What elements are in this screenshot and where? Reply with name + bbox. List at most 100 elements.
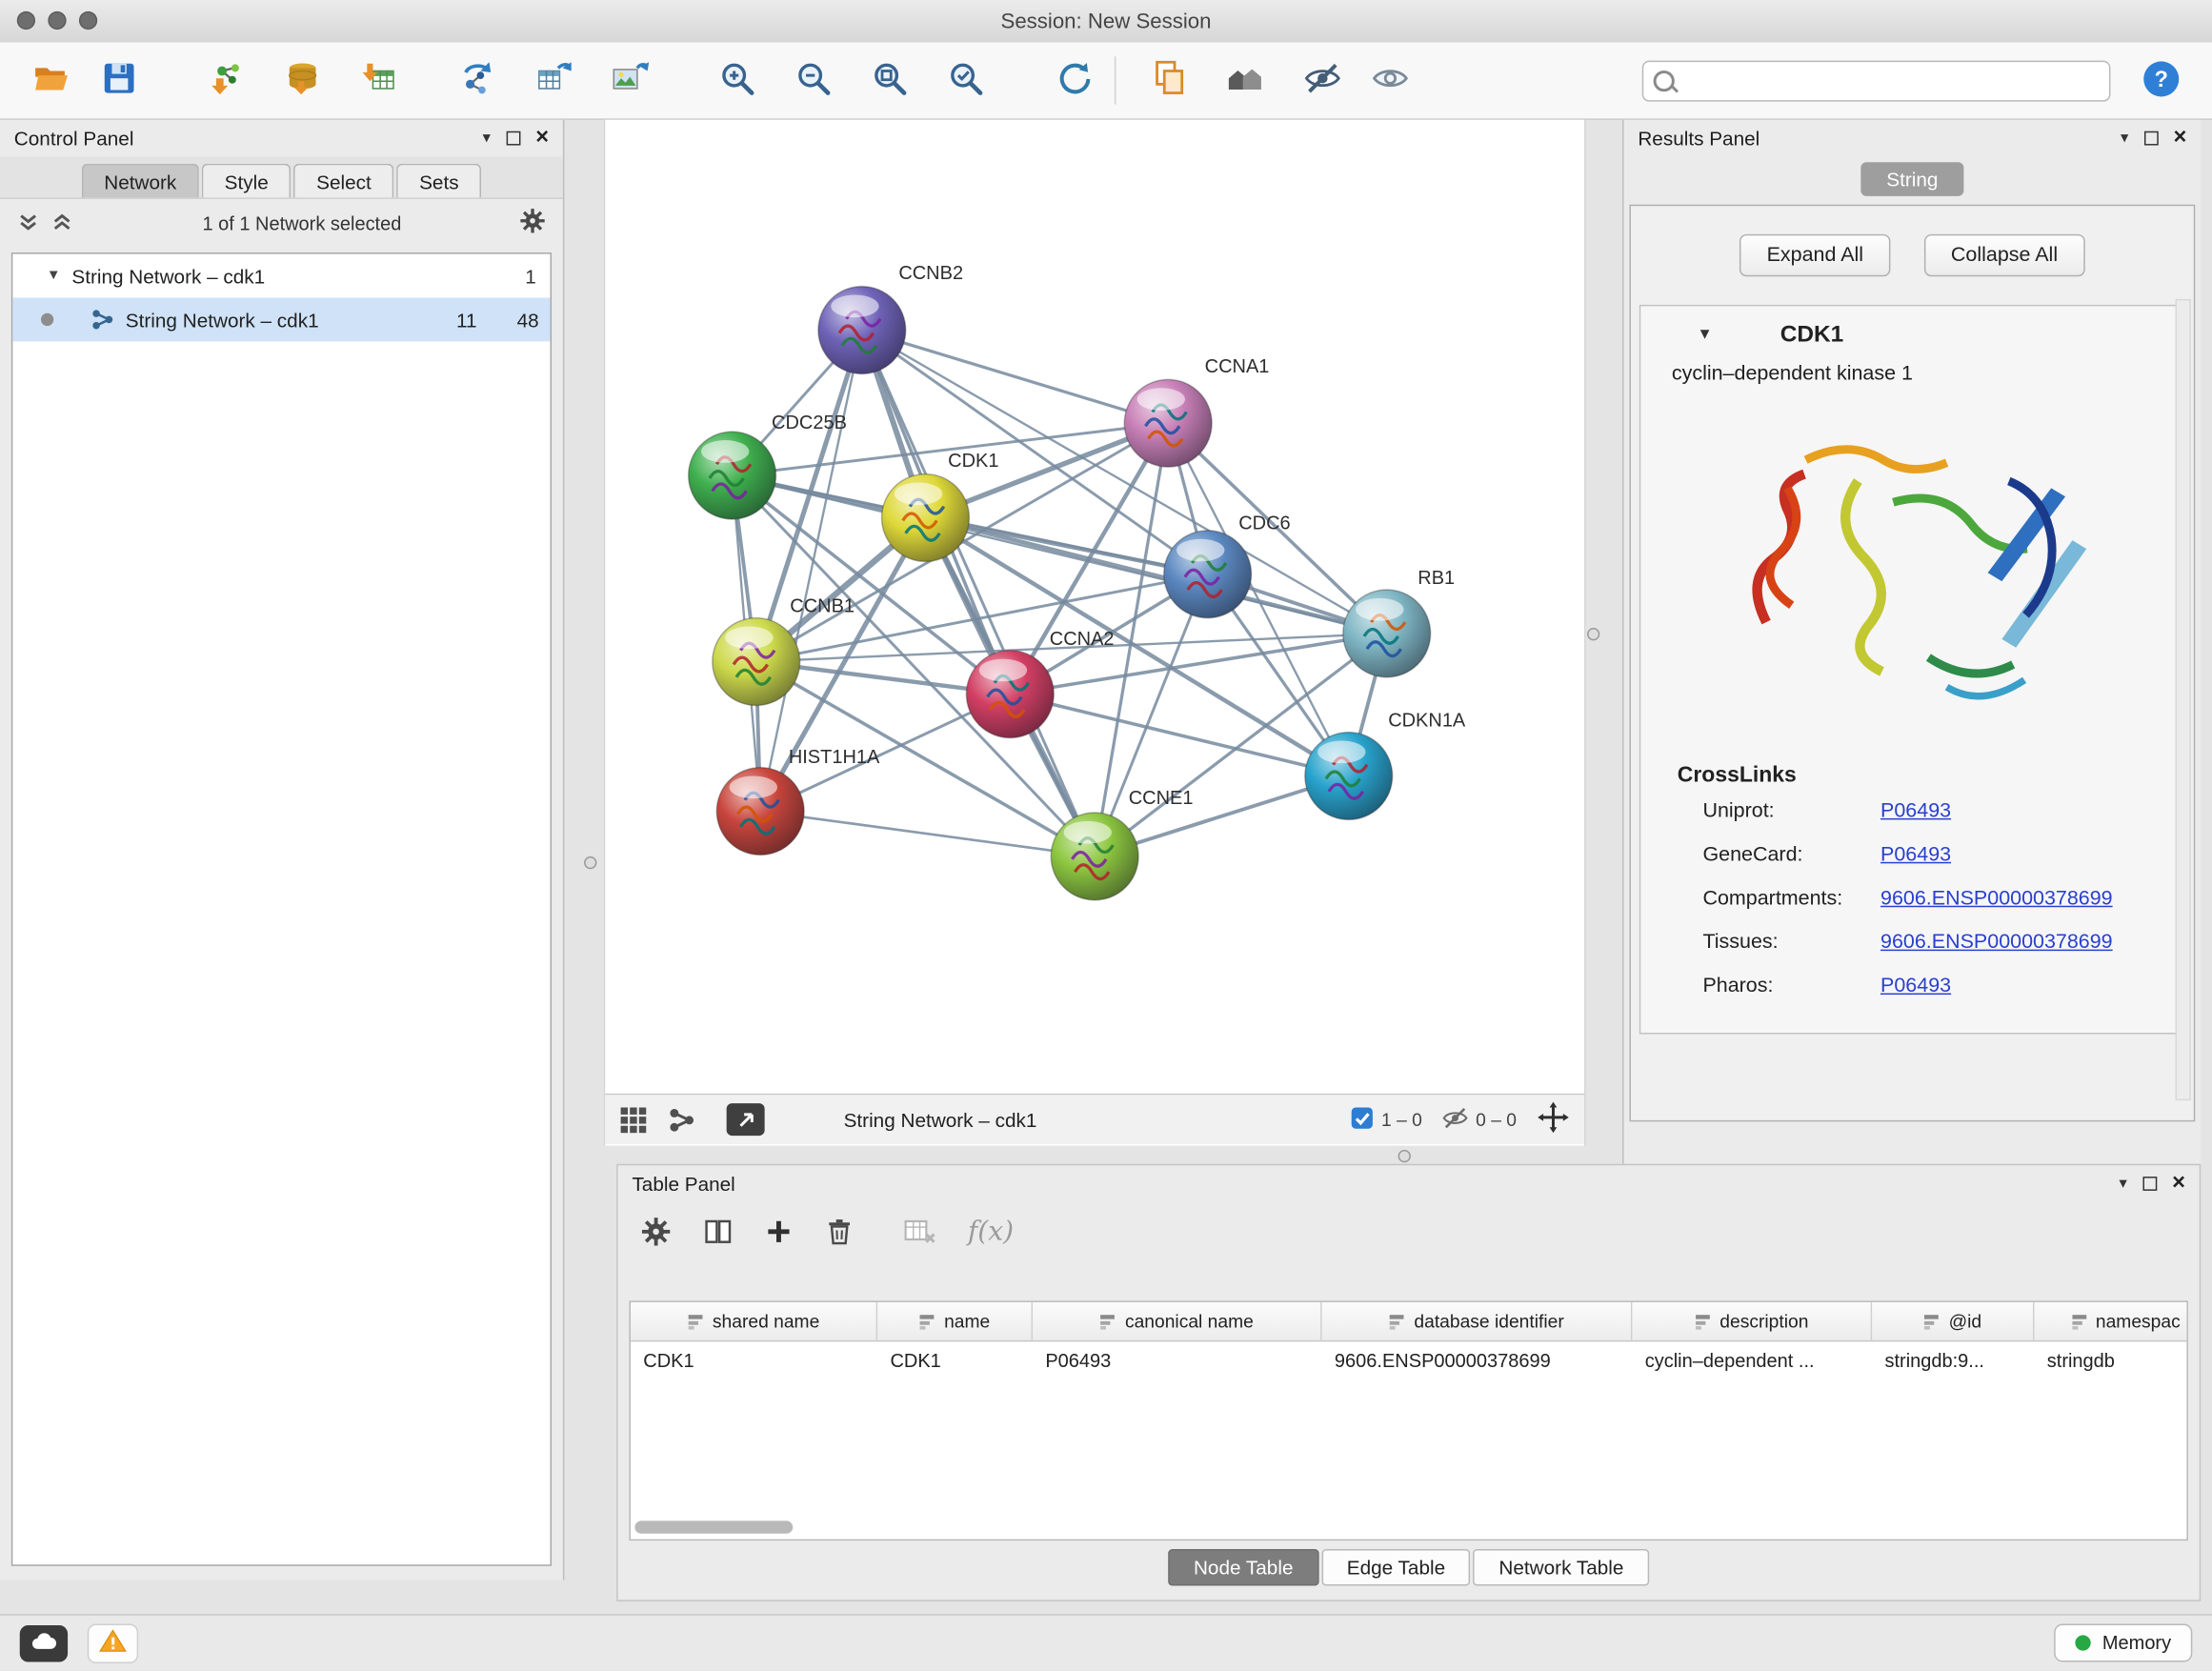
hidden-eye-icon[interactable] bbox=[1442, 1104, 1469, 1136]
close-panel-icon[interactable]: × bbox=[2172, 1173, 2185, 1196]
network-node-ccne1[interactable] bbox=[1051, 813, 1138, 900]
column-selector-icon[interactable] bbox=[702, 1217, 734, 1248]
expand-all-button[interactable]: Expand All bbox=[1739, 234, 1890, 276]
network-edge[interactable] bbox=[760, 812, 1095, 856]
network-canvas[interactable]: CCNB2CCNA1CDC25BCDK1CDC6RB1CCNB1CCNA2CDK… bbox=[605, 120, 1584, 1094]
open-in-new-window-button[interactable] bbox=[727, 1103, 765, 1136]
memory-button[interactable]: Memory bbox=[2055, 1624, 2193, 1662]
clipboard-button[interactable] bbox=[1141, 50, 1197, 110]
collapse-all-button[interactable]: Collapse All bbox=[1924, 234, 2084, 276]
zoom-window-button[interactable] bbox=[79, 11, 97, 30]
horizontal-scrollbar-thumb[interactable] bbox=[634, 1520, 793, 1533]
network-node-ccnb1[interactable] bbox=[713, 618, 800, 706]
float-panel-icon[interactable]: ▾ bbox=[483, 131, 491, 146]
refresh-layout-button[interactable] bbox=[1044, 50, 1100, 110]
network-node-cdkn1a[interactable] bbox=[1305, 733, 1393, 820]
table-cell[interactable]: cyclin–dependent ... bbox=[1632, 1349, 1872, 1370]
save-session-button[interactable] bbox=[90, 50, 147, 110]
maximize-panel-icon[interactable] bbox=[2142, 1177, 2157, 1191]
network-node-ccnb2[interactable] bbox=[818, 287, 906, 374]
open-session-button[interactable] bbox=[23, 50, 79, 110]
overview-button[interactable] bbox=[1217, 50, 1274, 110]
close-panel-icon[interactable]: × bbox=[2174, 127, 2187, 150]
network-node-cdc6[interactable] bbox=[1164, 531, 1252, 618]
warning-button[interactable] bbox=[88, 1623, 138, 1662]
uniprot-link[interactable]: P06493 bbox=[1880, 799, 1951, 822]
search-input[interactable] bbox=[1642, 60, 2111, 101]
pharos-link[interactable]: P06493 bbox=[1880, 975, 1951, 997]
tab-sets[interactable]: Sets bbox=[396, 164, 481, 198]
export-network-button[interactable] bbox=[449, 50, 505, 110]
gene-disclosure-icon[interactable]: ▼ bbox=[1698, 326, 1713, 343]
create-column-icon[interactable] bbox=[765, 1218, 794, 1246]
help-button[interactable]: ? bbox=[2133, 50, 2189, 110]
column-header[interactable]: name bbox=[877, 1302, 1033, 1340]
delete-column-icon[interactable] bbox=[824, 1217, 855, 1248]
column-header[interactable]: description bbox=[1632, 1302, 1872, 1340]
network-edge[interactable] bbox=[862, 331, 1095, 856]
network-row[interactable]: String Network – cdk1 11 48 bbox=[12, 297, 550, 341]
expand-all-icon[interactable] bbox=[50, 211, 73, 234]
left-splitter-handle[interactable] bbox=[584, 856, 596, 869]
table-gear-icon[interactable] bbox=[640, 1217, 672, 1248]
collapse-all-icon[interactable] bbox=[17, 211, 40, 234]
right-splitter-handle[interactable] bbox=[1587, 628, 1599, 640]
float-panel-icon[interactable]: ▾ bbox=[2121, 131, 2128, 146]
network-edge[interactable] bbox=[862, 331, 1168, 424]
maximize-panel-icon[interactable] bbox=[506, 131, 520, 146]
import-network-database-button[interactable] bbox=[273, 50, 330, 110]
network-node-ccna2[interactable] bbox=[966, 651, 1054, 738]
results-scrollbar[interactable] bbox=[2176, 299, 2191, 1100]
show-all-button[interactable] bbox=[1361, 50, 1418, 110]
tab-string[interactable]: String bbox=[1861, 162, 1963, 196]
cloud-button[interactable] bbox=[20, 1624, 68, 1661]
tab-network[interactable]: Network bbox=[82, 164, 199, 198]
network-node-hist1h1a[interactable] bbox=[716, 768, 804, 856]
column-header[interactable]: database identifier bbox=[1322, 1302, 1633, 1340]
network-options-gear-icon[interactable] bbox=[519, 208, 546, 239]
compartments-link[interactable]: 9606.ENSP00000378699 bbox=[1880, 887, 2113, 910]
center-view-button[interactable] bbox=[1537, 1100, 1571, 1138]
collection-disclosure-icon[interactable]: ▼ bbox=[47, 268, 61, 283]
fit-content-button[interactable] bbox=[860, 50, 916, 110]
column-header[interactable]: namespac bbox=[2034, 1302, 2187, 1340]
float-panel-icon[interactable]: ▾ bbox=[2119, 1176, 2126, 1191]
table-cell[interactable]: stringdb:9... bbox=[1872, 1349, 2034, 1370]
zoom-out-button[interactable] bbox=[784, 50, 840, 110]
close-panel-icon[interactable]: × bbox=[535, 127, 549, 150]
zoom-in-button[interactable] bbox=[708, 50, 764, 110]
table-cell[interactable]: stringdb bbox=[2034, 1349, 2187, 1370]
tab-select[interactable]: Select bbox=[293, 164, 393, 198]
import-table-button[interactable] bbox=[350, 50, 406, 110]
grid-view-icon[interactable] bbox=[619, 1105, 648, 1134]
table-cell[interactable]: CDK1 bbox=[631, 1349, 877, 1370]
tissues-link[interactable]: 9606.ENSP00000378699 bbox=[1880, 931, 2113, 954]
hide-selected-button[interactable] bbox=[1294, 50, 1350, 110]
network-node-cdk1[interactable] bbox=[882, 474, 970, 562]
export-image-button[interactable] bbox=[601, 50, 657, 110]
export-table-button[interactable] bbox=[525, 50, 581, 110]
network-node-cdc25b[interactable] bbox=[689, 432, 776, 519]
import-network-file-button[interactable] bbox=[197, 50, 253, 110]
column-header[interactable]: shared name bbox=[631, 1302, 877, 1340]
network-node-rb1[interactable] bbox=[1343, 590, 1431, 677]
zoom-selected-button[interactable] bbox=[936, 50, 993, 110]
minimize-window-button[interactable] bbox=[48, 11, 66, 30]
maximize-panel-icon[interactable] bbox=[2143, 131, 2158, 146]
tab-network-table[interactable]: Network Table bbox=[1474, 1549, 1649, 1586]
genecard-link[interactable]: P06493 bbox=[1880, 843, 1951, 866]
tab-edge-table[interactable]: Edge Table bbox=[1321, 1549, 1471, 1586]
bottom-splitter-handle[interactable] bbox=[1398, 1150, 1411, 1162]
table-cell[interactable]: 9606.ENSP00000378699 bbox=[1322, 1349, 1633, 1370]
selected-checkbox-icon[interactable] bbox=[1350, 1105, 1374, 1134]
tab-node-table[interactable]: Node Table bbox=[1168, 1549, 1318, 1586]
network-edge[interactable] bbox=[760, 331, 862, 812]
table-row[interactable]: CDK1 CDK1 P06493 9606.ENSP00000378699 cy… bbox=[631, 1341, 2186, 1379]
network-node-ccna1[interactable] bbox=[1124, 379, 1212, 467]
network-edge[interactable] bbox=[1010, 695, 1348, 776]
table-cell[interactable]: P06493 bbox=[1033, 1349, 1322, 1370]
network-collection-row[interactable]: ▼ String Network – cdk1 1 bbox=[12, 254, 550, 298]
close-window-button[interactable] bbox=[17, 11, 35, 30]
network-overview-icon[interactable] bbox=[667, 1105, 695, 1134]
column-header[interactable]: @id bbox=[1872, 1302, 2034, 1340]
